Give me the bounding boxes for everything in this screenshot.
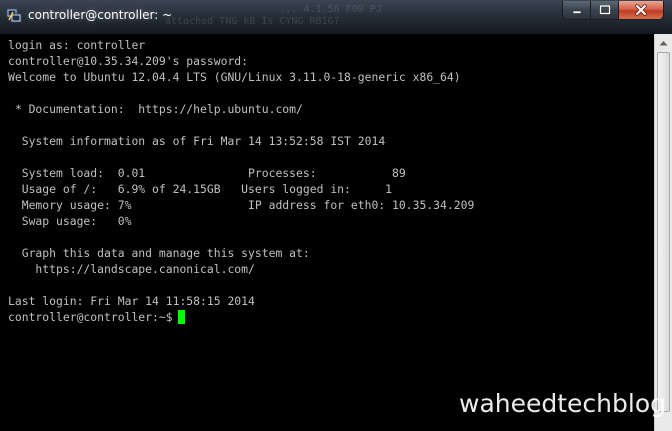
- scroll-up-arrow[interactable]: [655, 34, 672, 51]
- terminal-line: Memory usage: 7% IP address for eth0: 10…: [8, 198, 475, 212]
- close-icon: [635, 4, 647, 16]
- maximize-icon: [598, 5, 611, 15]
- terminal-line: Graph this data and manage this system a…: [8, 246, 310, 260]
- putty-icon[interactable]: [6, 7, 22, 23]
- terminal-line: controller@10.35.34.209's password:: [8, 54, 249, 68]
- vertical-scrollbar[interactable]: [654, 34, 672, 431]
- background-window-text: ... 4.1.56 F00 PJ attached TNG kB Is CYNG…: [165, 4, 382, 27]
- window-title: controller@controller: ~: [28, 8, 173, 22]
- terminal-window: controller@controller: ~ ... 4.1.56 F00 …: [0, 0, 672, 431]
- prompt-line[interactable]: controller@controller:~$: [8, 309, 648, 325]
- terminal-line: Last login: Fri Mar 14 11:58:15 2014: [8, 294, 255, 308]
- minimize-button[interactable]: [562, 1, 590, 20]
- terminal-line: System information as of Fri Mar 14 13:5…: [8, 134, 386, 148]
- terminal-line: Swap usage: 0%: [8, 214, 132, 228]
- text-cursor: [177, 310, 185, 324]
- maximize-button[interactable]: [590, 1, 618, 20]
- close-button[interactable]: [618, 1, 664, 20]
- terminal-line: Usage of /: 6.9% of 24.15GB Users logged…: [8, 182, 393, 196]
- terminal-line: System load: 0.01 Processes: 89: [8, 166, 406, 180]
- terminal-line: https://landscape.canonical.com/: [8, 262, 255, 276]
- shell-prompt: controller@controller:~$: [8, 310, 173, 324]
- terminal-line: * Documentation: https://help.ubuntu.com…: [8, 102, 303, 116]
- scroll-thumb[interactable]: [657, 52, 670, 412]
- title-bar[interactable]: controller@controller: ~ ... 4.1.56 F00 …: [0, 0, 672, 34]
- window-controls: [562, 1, 664, 21]
- terminal-output[interactable]: login as: controller controller@10.35.34…: [6, 34, 648, 431]
- chevron-up-icon: [659, 40, 668, 45]
- terminal-line: login as: controller: [8, 38, 146, 52]
- watermark-text: waheedtechblog: [459, 389, 666, 418]
- terminal-line: Welcome to Ubuntu 12.04.4 LTS (GNU/Linux…: [8, 70, 461, 84]
- minimize-icon: [572, 10, 581, 14]
